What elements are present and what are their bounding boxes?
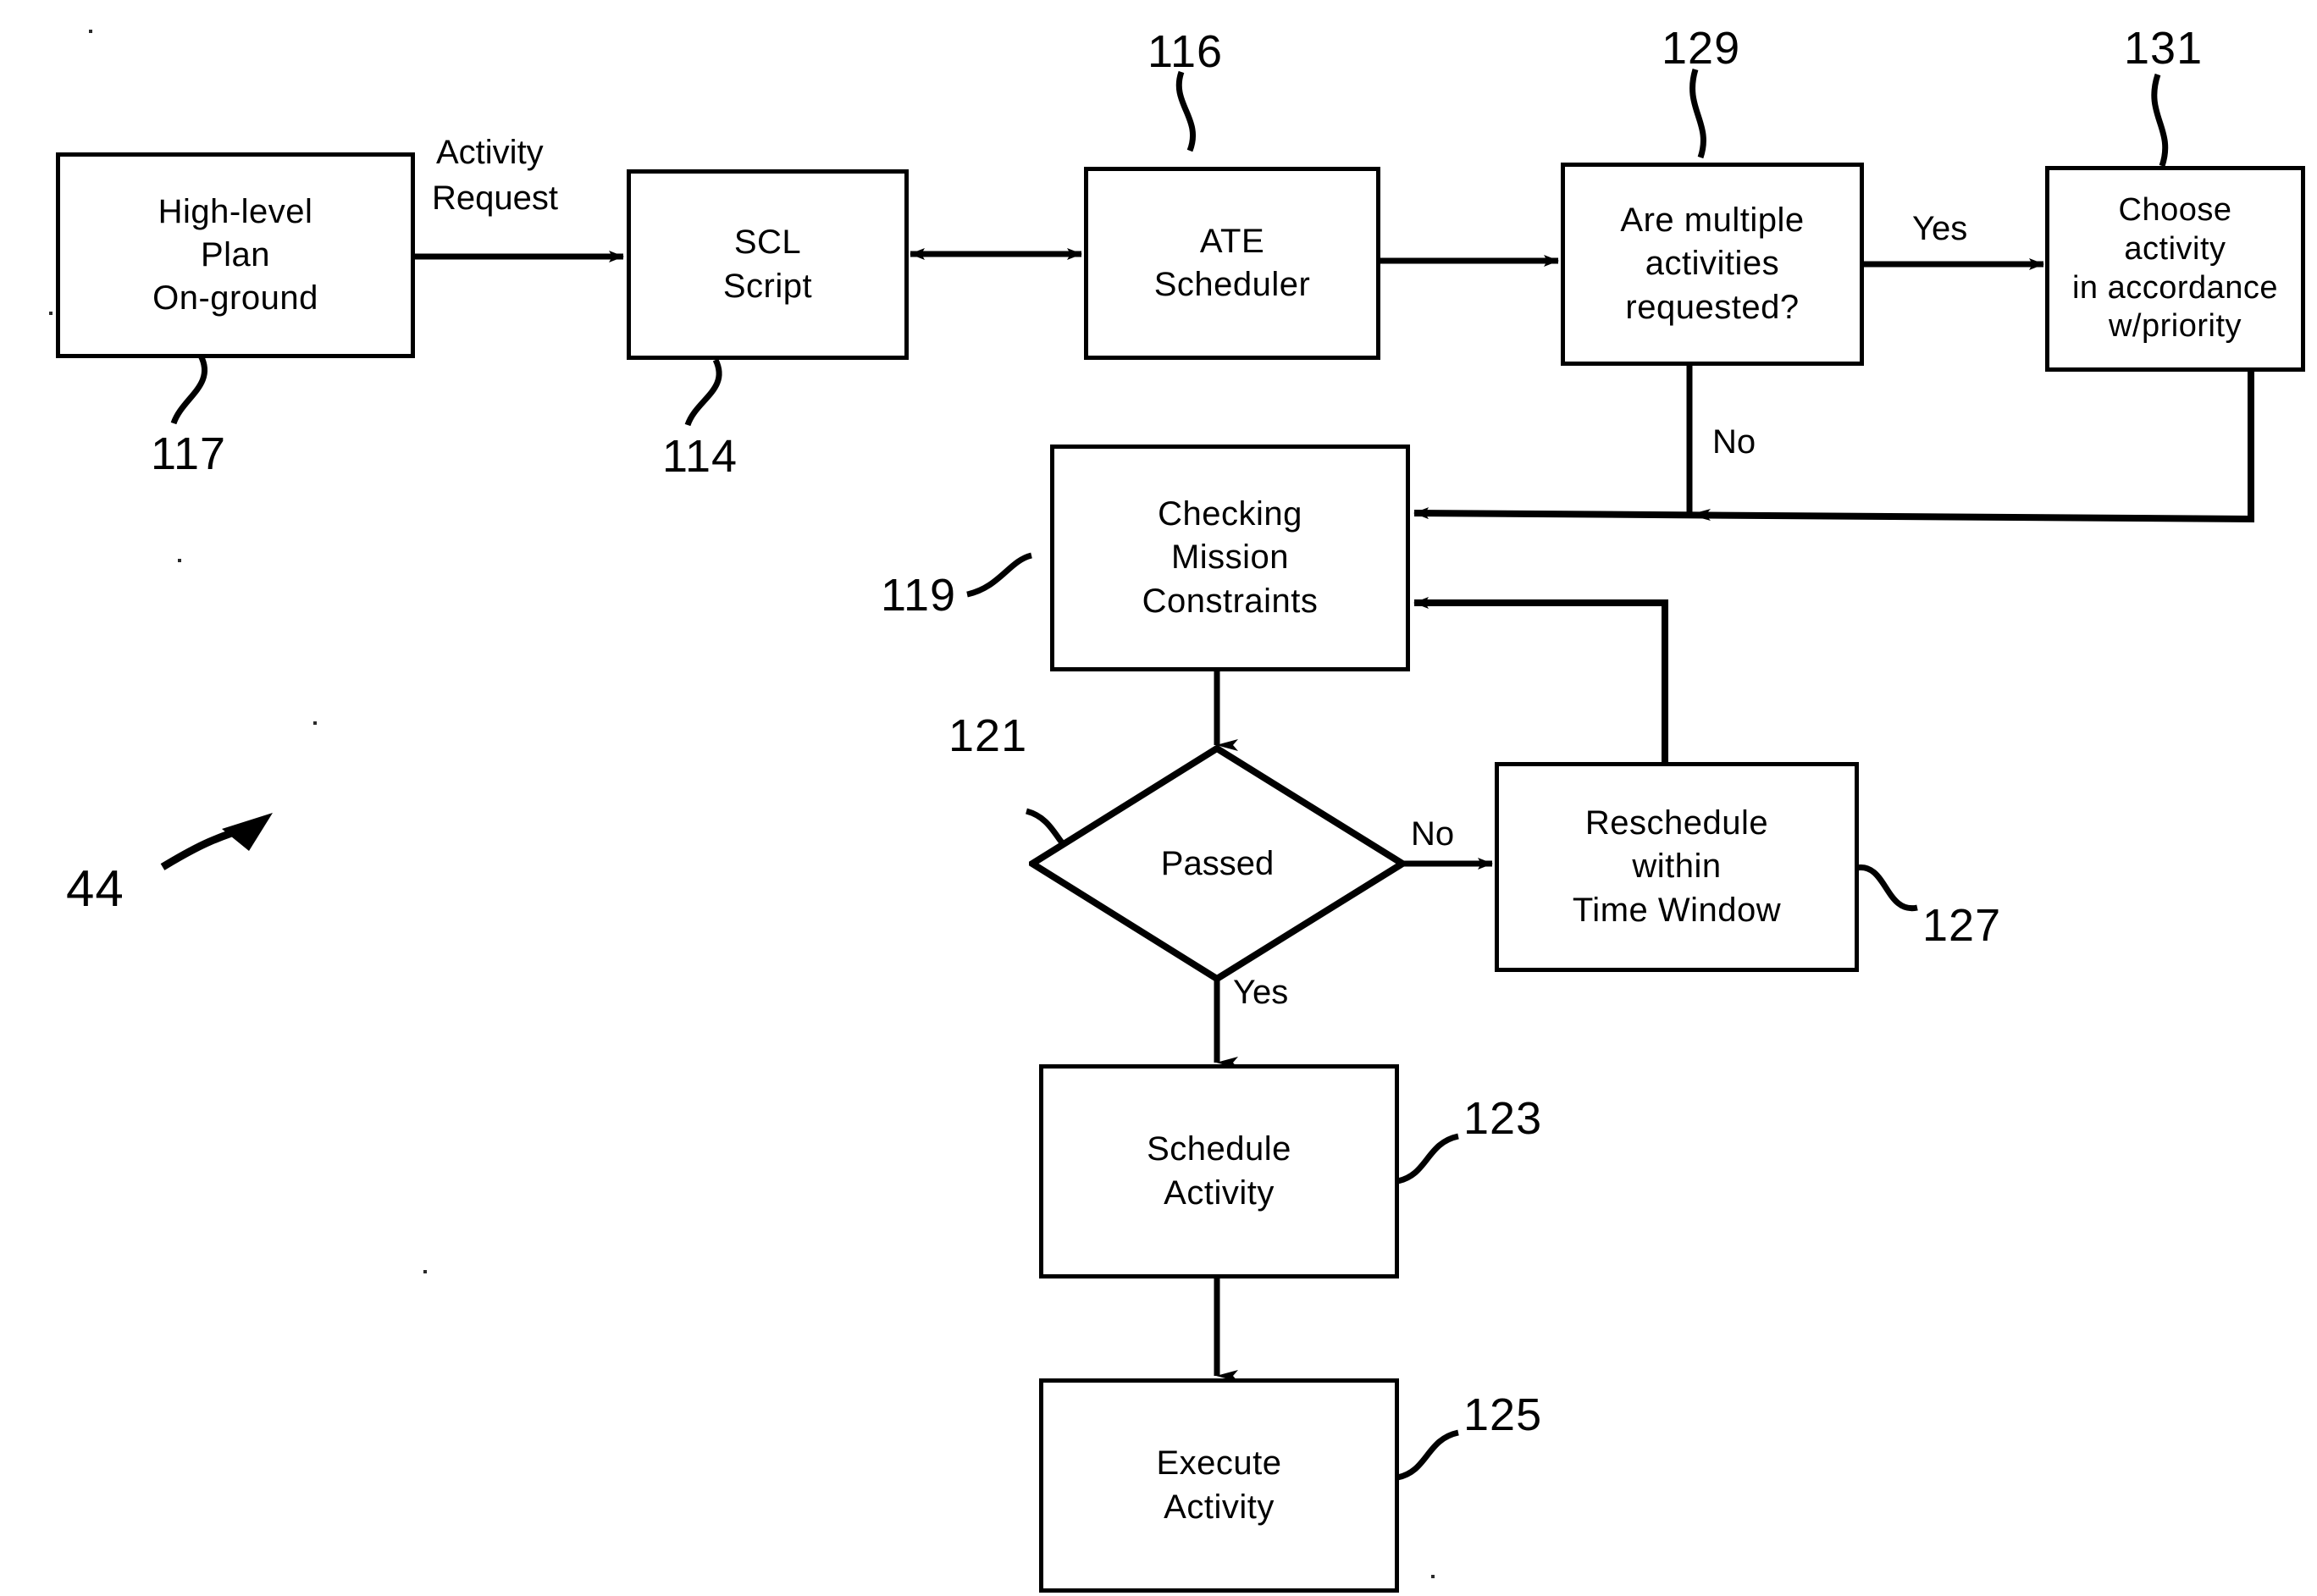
node-line: Choose [2118, 192, 2232, 229]
ref-label-44: 44 [66, 860, 124, 917]
node-line: Scheduler [1153, 266, 1311, 303]
node-line: within [1632, 848, 1722, 886]
leader-129 [1689, 68, 1706, 159]
node-line: Execute [1156, 1444, 1282, 1483]
leader-125 [1396, 1429, 1459, 1481]
node-line: Time Window [1572, 891, 1782, 929]
node-line: Constraints [1142, 582, 1319, 620]
node-line: w/priority [2108, 308, 2242, 345]
scan-speck [89, 30, 92, 33]
scan-speck [178, 559, 181, 562]
ref-label-117: 117 [151, 428, 227, 479]
node-line: On-ground [152, 279, 318, 318]
edge-choose-down-and-left [1413, 368, 2254, 523]
node-line: Activity [1164, 1174, 1275, 1212]
node-line: Passed [1160, 844, 1275, 882]
leader-116 [1175, 70, 1197, 152]
scan-speck [313, 721, 317, 725]
ref-label-114: 114 [662, 431, 738, 482]
ref-label-116: 116 [1147, 26, 1224, 77]
ref-label-127: 127 [1922, 900, 2002, 951]
node-line: High-level [158, 192, 313, 230]
node-line: Script [722, 267, 813, 305]
figure-ref-arrowhead [222, 813, 273, 851]
ref-label-119: 119 [881, 570, 957, 621]
node-line: ATE [1199, 222, 1265, 260]
node-scl-script[interactable]: SCL Script [627, 169, 909, 360]
node-execute-activity[interactable]: Execute Activity [1039, 1378, 1399, 1593]
node-line: in accordance [2071, 269, 2279, 306]
leader-123 [1396, 1133, 1459, 1185]
edge-label-activity-request-line1: Activity [436, 134, 544, 171]
node-line: Plan [200, 235, 271, 273]
scan-speck [1431, 1575, 1435, 1578]
node-line: requested? [1625, 288, 1800, 326]
ref-label-131: 131 [2124, 23, 2204, 74]
leader-119 [966, 552, 1033, 598]
ref-label-129: 129 [1662, 23, 1741, 74]
edge-label-activity-request-line2: Request [432, 179, 558, 217]
edge-label-passed-yes: Yes [1233, 974, 1289, 1011]
node-reschedule[interactable]: Reschedule within Time Window [1495, 762, 1859, 972]
edge-label-multiple-no: No [1712, 423, 1756, 461]
node-checking-mission-constraints[interactable]: Checking Mission Constraints [1050, 445, 1410, 671]
scan-speck [423, 1270, 427, 1273]
node-ate-scheduler[interactable]: ATE Scheduler [1084, 167, 1380, 360]
node-high-level-plan[interactable]: High-level Plan On-ground [56, 152, 415, 358]
leader-114 [684, 358, 722, 427]
node-line: SCL [733, 224, 802, 262]
node-multiple-activities[interactable]: Are multiple activities requested? [1561, 163, 1864, 366]
node-line: activity [2124, 230, 2226, 267]
node-line: Activity [1164, 1488, 1275, 1526]
edge-label-multiple-yes: Yes [1912, 210, 1968, 247]
ref-label-125: 125 [1463, 1389, 1543, 1440]
ref-label-121: 121 [948, 710, 1028, 761]
node-line: Checking [1158, 495, 1302, 533]
leader-127 [1855, 864, 1918, 912]
node-schedule-activity[interactable]: Schedule Activity [1039, 1064, 1399, 1278]
edge-reschedule-to-checking [1413, 597, 1668, 762]
leader-117 [170, 354, 208, 425]
node-line: Are multiple [1620, 202, 1805, 240]
node-line: activities [1645, 245, 1780, 283]
node-line: Mission [1170, 538, 1290, 577]
node-line: Schedule [1147, 1130, 1291, 1168]
edge-label-passed-no: No [1411, 815, 1455, 853]
flowchart-canvas: Choose activity --> down to horizontal b… [0, 0, 2317, 1596]
leader-131 [2151, 73, 2169, 168]
scan-speck [49, 312, 53, 315]
node-passed-decision[interactable]: Passed [1029, 745, 1406, 982]
ref-label-123: 123 [1463, 1093, 1543, 1144]
node-choose-activity[interactable]: Choose activity in accordance w/priority [2045, 166, 2305, 372]
node-line: Reschedule [1584, 804, 1769, 842]
